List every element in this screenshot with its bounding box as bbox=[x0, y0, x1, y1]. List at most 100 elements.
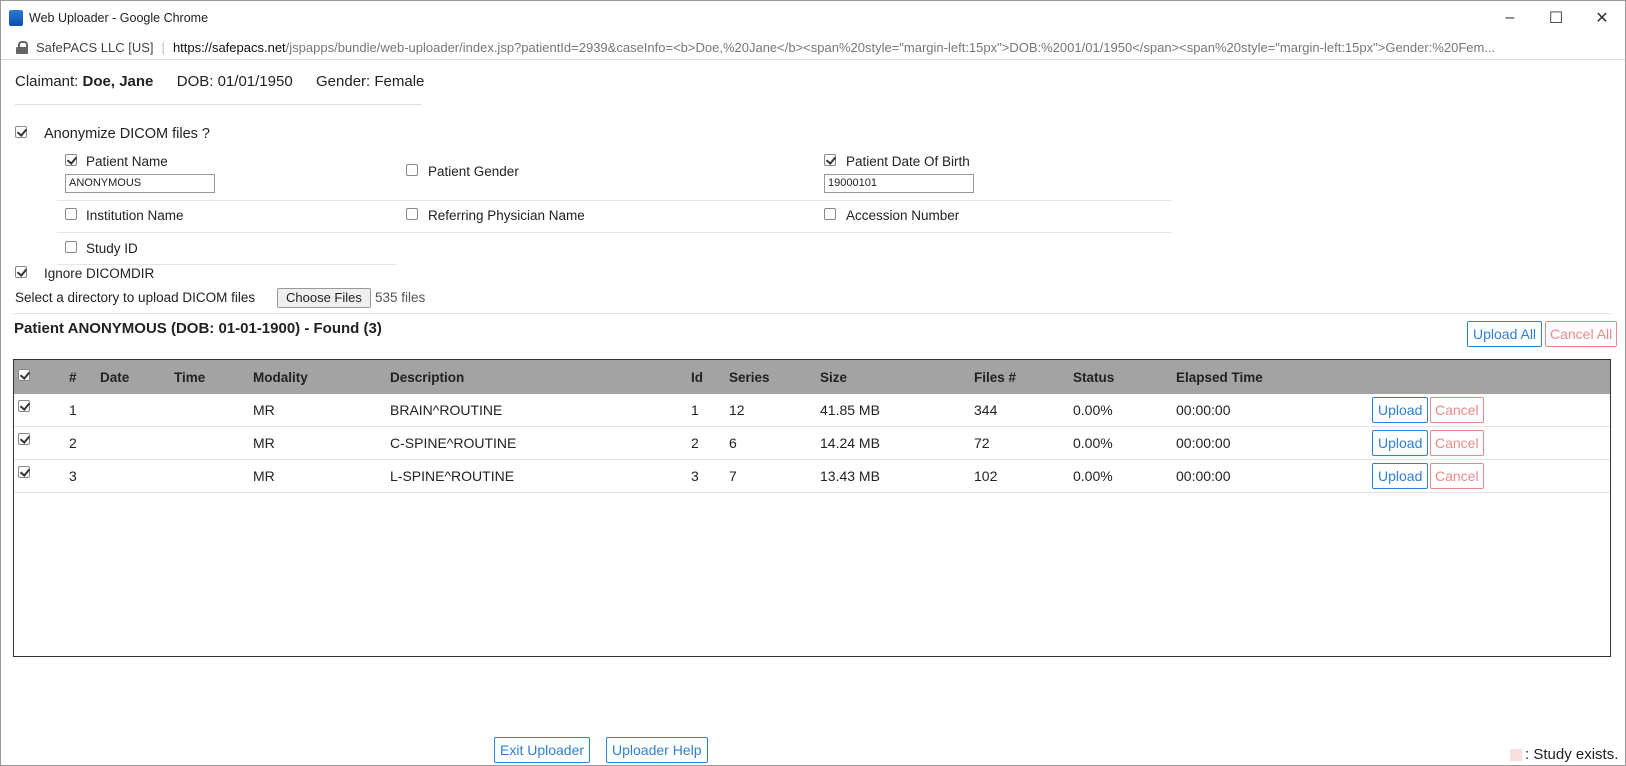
address-separator: | bbox=[161, 39, 165, 55]
address-bar[interactable]: SafePACS LLC [US] | https://safepacs.net… bbox=[1, 35, 1625, 60]
cell-status: 0.00% bbox=[1073, 435, 1113, 451]
ignore-dicomdir-label: Ignore DICOMDIR bbox=[44, 266, 155, 281]
ignore-dicomdir-checkbox[interactable] bbox=[15, 266, 27, 278]
cell-num: 2 bbox=[69, 435, 77, 451]
cell-num: 1 bbox=[69, 402, 77, 418]
col-id: Id bbox=[691, 370, 703, 385]
accession-number-checkbox[interactable] bbox=[824, 208, 836, 220]
uploader-content: Claimant: Doe, Jane DOB: 01/01/1950 Gend… bbox=[1, 59, 1625, 765]
claimant-info: Claimant: Doe, Jane DOB: 01/01/1950 Gend… bbox=[15, 73, 424, 90]
study-id-label: Study ID bbox=[86, 241, 138, 256]
claimant-label: Claimant: bbox=[15, 73, 79, 90]
study-exists-swatch bbox=[1510, 749, 1522, 761]
cell-id: 1 bbox=[691, 402, 699, 418]
col-description: Description bbox=[390, 370, 465, 385]
uploader-help-button[interactable]: Uploader Help bbox=[606, 737, 708, 763]
cell-size: 13.43 MB bbox=[820, 468, 880, 484]
patient-dob-checkbox[interactable] bbox=[824, 154, 836, 166]
anonymize-label: Anonymize DICOM files ? bbox=[44, 126, 210, 142]
patient-name-checkbox[interactable] bbox=[65, 154, 77, 166]
cell-size: 14.24 MB bbox=[820, 435, 880, 451]
col-modality: Modality bbox=[253, 370, 308, 385]
cell-elapsed: 00:00:00 bbox=[1176, 435, 1231, 451]
cell-status: 0.00% bbox=[1073, 468, 1113, 484]
cell-modality: MR bbox=[253, 402, 275, 418]
cancel-all-button[interactable]: Cancel All bbox=[1545, 321, 1618, 347]
close-icon[interactable]: ✕ bbox=[1579, 1, 1625, 35]
referring-physician-label: Referring Physician Name bbox=[428, 208, 585, 223]
select-directory-label: Select a directory to upload DICOM files bbox=[15, 290, 256, 305]
cell-elapsed: 00:00:00 bbox=[1176, 402, 1231, 418]
cell-modality: MR bbox=[253, 468, 275, 484]
patient-dob-input[interactable]: 19000101 bbox=[824, 174, 974, 193]
col-size: Size bbox=[820, 370, 848, 385]
table-header: # Date Time Modality Description Id Seri… bbox=[14, 360, 1610, 394]
anonymize-checkbox[interactable] bbox=[15, 126, 27, 138]
row-upload-button[interactable]: Upload bbox=[1372, 430, 1429, 456]
cell-description: BRAIN^ROUTINE bbox=[390, 402, 503, 418]
upload-all-button[interactable]: Upload All bbox=[1467, 321, 1543, 347]
patient-header: Patient ANONYMOUS (DOB: 01-01-1900) - Fo… bbox=[14, 320, 382, 337]
url-path[interactable]: /jspapps/bundle/web-uploader/index.jsp?p… bbox=[286, 40, 1496, 55]
cell-size: 41.85 MB bbox=[820, 402, 880, 418]
patient-dob-label: Patient Date Of Birth bbox=[846, 154, 970, 169]
lock-icon bbox=[16, 41, 28, 54]
select-all-checkbox[interactable] bbox=[18, 369, 30, 381]
claimant-name: Doe, Jane bbox=[82, 73, 154, 90]
choose-files-button[interactable]: Choose Files bbox=[277, 288, 371, 308]
col-num: # bbox=[69, 370, 77, 385]
claimant-dob: DOB: 01/01/1950 bbox=[176, 73, 293, 90]
cell-elapsed: 00:00:00 bbox=[1176, 468, 1231, 484]
file-count: 535 files bbox=[375, 290, 426, 305]
col-series: Series bbox=[729, 370, 770, 385]
cell-series: 6 bbox=[729, 435, 737, 451]
url-host[interactable]: https://safepacs.net bbox=[173, 40, 286, 55]
window-title: Web Uploader - Google Chrome bbox=[29, 11, 209, 25]
col-date: Date bbox=[100, 370, 130, 385]
row-checkbox[interactable] bbox=[18, 433, 30, 445]
studies-table: # Date Time Modality Description Id Seri… bbox=[13, 359, 1611, 657]
institution-name-label: Institution Name bbox=[86, 208, 184, 223]
patient-gender-label: Patient Gender bbox=[428, 164, 519, 179]
maximize-icon[interactable]: ☐ bbox=[1533, 1, 1579, 35]
cell-num: 3 bbox=[69, 468, 77, 484]
minimize-icon[interactable]: – bbox=[1487, 1, 1533, 35]
options-divider bbox=[57, 264, 397, 265]
cell-id: 2 bbox=[691, 435, 699, 451]
cell-modality: MR bbox=[253, 435, 275, 451]
cell-id: 3 bbox=[691, 468, 699, 484]
cell-description: L-SPINE^ROUTINE bbox=[390, 468, 515, 484]
study-id-checkbox[interactable] bbox=[65, 241, 77, 253]
table-row: 2 MR C-SPINE^ROUTINE 2 6 14.24 MB 72 0.0… bbox=[14, 427, 1610, 460]
section-divider bbox=[13, 313, 1611, 314]
title-bar: Web Uploader - Google Chrome – ☐ ✕ bbox=[1, 1, 1625, 35]
row-checkbox[interactable] bbox=[18, 466, 30, 478]
institution-name-checkbox[interactable] bbox=[65, 208, 77, 220]
table-row: 3 MR L-SPINE^ROUTINE 3 7 13.43 MB 102 0.… bbox=[14, 460, 1610, 493]
site-identity[interactable]: SafePACS LLC [US] bbox=[36, 40, 154, 55]
row-cancel-button[interactable]: Cancel bbox=[1430, 397, 1484, 423]
table-row: 1 MR BRAIN^ROUTINE 1 12 41.85 MB 344 0.0… bbox=[14, 394, 1610, 427]
referring-physician-checkbox[interactable] bbox=[406, 208, 418, 220]
cell-files: 102 bbox=[974, 468, 998, 484]
row-upload-button[interactable]: Upload bbox=[1372, 397, 1429, 423]
row-checkbox[interactable] bbox=[18, 400, 30, 412]
cell-series: 12 bbox=[729, 402, 745, 418]
study-exists-legend: : Study exists. bbox=[1525, 746, 1619, 763]
exit-uploader-button[interactable]: Exit Uploader bbox=[494, 737, 591, 763]
col-status: Status bbox=[1073, 370, 1115, 385]
row-cancel-button[interactable]: Cancel bbox=[1430, 430, 1484, 456]
row-cancel-button[interactable]: Cancel bbox=[1430, 463, 1484, 489]
claimant-divider bbox=[15, 104, 421, 105]
patient-name-label: Patient Name bbox=[86, 154, 168, 169]
options-divider bbox=[57, 232, 1172, 233]
cell-files: 344 bbox=[974, 402, 998, 418]
accession-number-label: Accession Number bbox=[846, 208, 960, 223]
col-elapsed: Elapsed Time bbox=[1176, 370, 1263, 385]
patient-name-input[interactable]: ANONYMOUS bbox=[65, 174, 215, 193]
row-upload-button[interactable]: Upload bbox=[1372, 463, 1429, 489]
cell-files: 72 bbox=[974, 435, 990, 451]
cell-series: 7 bbox=[729, 468, 737, 484]
claimant-gender: Gender: Female bbox=[316, 73, 425, 90]
patient-gender-checkbox[interactable] bbox=[406, 164, 418, 176]
